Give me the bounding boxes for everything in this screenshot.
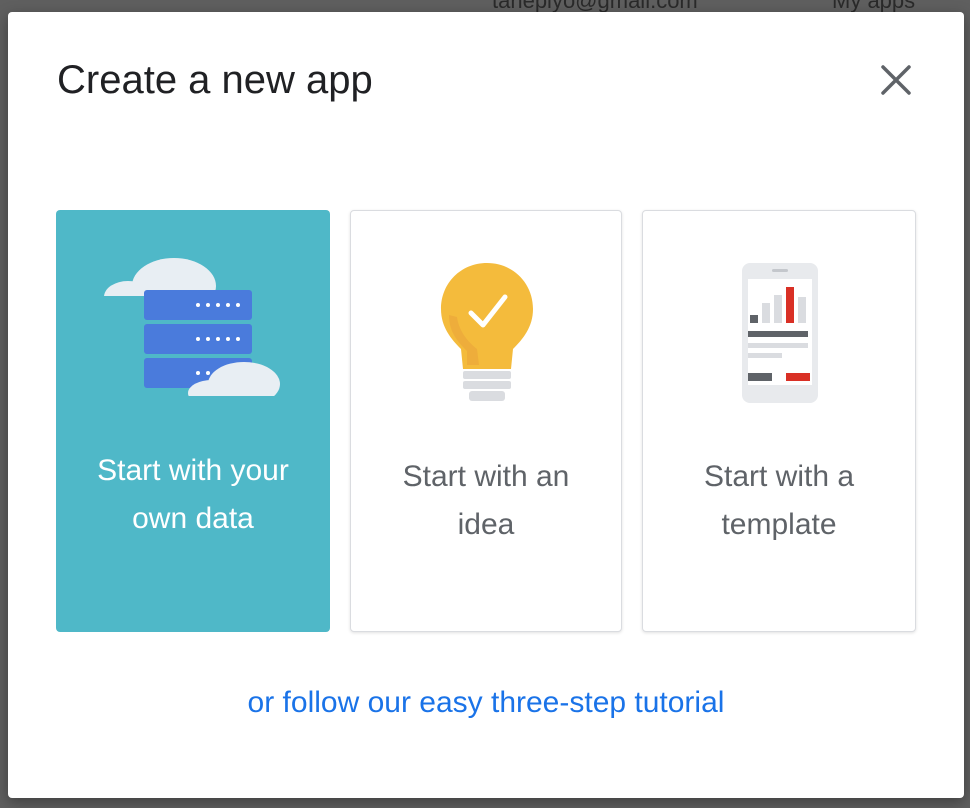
option-own-data-label: Start with your own data bbox=[97, 454, 289, 535]
tutorial-link[interactable]: or follow our easy three-step tutorial bbox=[8, 686, 964, 720]
option-template-label: Start with a template bbox=[703, 460, 855, 541]
option-template-card[interactable]: Start with a template bbox=[642, 210, 916, 632]
create-app-dialog: Create a new app Start with your own dat… bbox=[8, 12, 964, 798]
option-idea-label: Start with an idea bbox=[402, 460, 570, 541]
option-idea-card[interactable]: Start with an idea bbox=[350, 210, 622, 632]
close-icon[interactable] bbox=[874, 58, 918, 102]
cloud-database-icon bbox=[104, 258, 286, 404]
phone-template-icon bbox=[742, 263, 818, 403]
option-own-data-card[interactable]: Start with your own data bbox=[56, 210, 330, 632]
dialog-title: Create a new app bbox=[57, 58, 373, 102]
lightbulb-icon bbox=[441, 263, 533, 401]
